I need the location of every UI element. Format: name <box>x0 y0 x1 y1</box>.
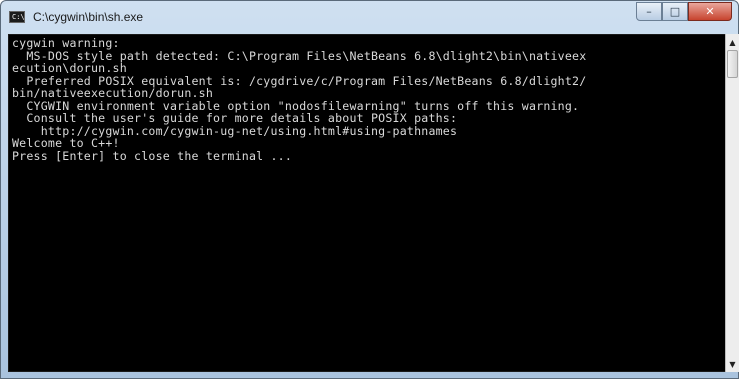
window-title: C:\cygwin\bin\sh.exe <box>33 10 144 24</box>
terminal-output[interactable]: cygwin warning: MS-DOS style path detect… <box>8 34 726 372</box>
close-button[interactable]: ✕ <box>688 2 732 21</box>
console-icon-glyph: C:\ <box>12 13 25 21</box>
maximize-button[interactable]: □ <box>662 2 688 21</box>
scroll-thumb[interactable] <box>727 50 738 78</box>
terminal-text: cygwin warning: MS-DOS style path detect… <box>12 36 587 163</box>
title-bar[interactable]: C:\ C:\cygwin\bin\sh.exe – □ ✕ <box>1 1 738 33</box>
vertical-scrollbar[interactable]: ▲ ▼ <box>725 34 739 372</box>
scroll-up-icon[interactable]: ▲ <box>726 34 739 50</box>
minimize-button[interactable]: – <box>636 2 662 21</box>
scroll-down-icon[interactable]: ▼ <box>726 356 739 372</box>
console-window: C:\ C:\cygwin\bin\sh.exe – □ ✕ cygwin wa… <box>0 0 739 379</box>
window-controls: – □ ✕ <box>636 2 732 22</box>
console-icon[interactable]: C:\ <box>9 11 25 23</box>
